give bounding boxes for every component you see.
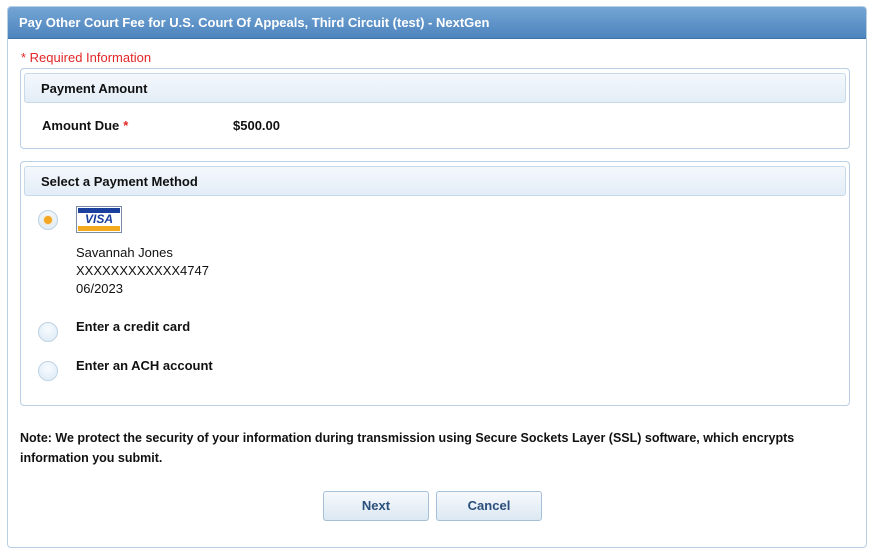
cancel-button[interactable]: Cancel <box>436 491 542 521</box>
amount-due-label-wrap: Amount Due * <box>42 118 233 133</box>
amount-due-value: $500.00 <box>233 118 280 133</box>
next-button[interactable]: Next <box>323 491 429 521</box>
payment-amount-panel: Payment Amount Amount Due * $500.00 <box>20 68 850 149</box>
ssl-security-note: Note: We protect the security of your in… <box>20 431 795 465</box>
card-expiry: 06/2023 <box>76 281 123 296</box>
payment-method-header: Select a Payment Method <box>24 166 846 196</box>
saved-card-details: Savannah Jones XXXXXXXXXXXX4747 06/2023 <box>76 244 209 298</box>
payment-dialog: Pay Other Court Fee for U.S. Court Of Ap… <box>7 6 867 548</box>
card-holder-name: Savannah Jones <box>76 245 173 260</box>
amount-due-label: Amount Due <box>42 118 120 133</box>
credit-card-option-label[interactable]: Enter a credit card <box>76 319 190 334</box>
saved-card-radio[interactable] <box>38 210 58 230</box>
required-star: * <box>123 118 129 133</box>
dialog-title: Pay Other Court Fee for U.S. Court Of Ap… <box>8 7 866 39</box>
visa-brand-text: VISA <box>84 212 113 226</box>
payment-amount-header: Payment Amount <box>24 73 846 103</box>
ach-account-radio[interactable] <box>38 361 58 381</box>
ach-account-option-label[interactable]: Enter an ACH account <box>76 358 213 373</box>
payment-method-panel: Select a Payment Method VISA Savannah Jo… <box>20 161 850 406</box>
required-info-note: * Required Information <box>21 50 152 65</box>
credit-card-radio[interactable] <box>38 322 58 342</box>
amount-due-row: Amount Due * $500.00 <box>42 118 280 133</box>
card-number-masked: XXXXXXXXXXXX4747 <box>76 263 209 278</box>
visa-card-icon: VISA <box>76 206 122 233</box>
visa-gold-band <box>78 226 120 231</box>
